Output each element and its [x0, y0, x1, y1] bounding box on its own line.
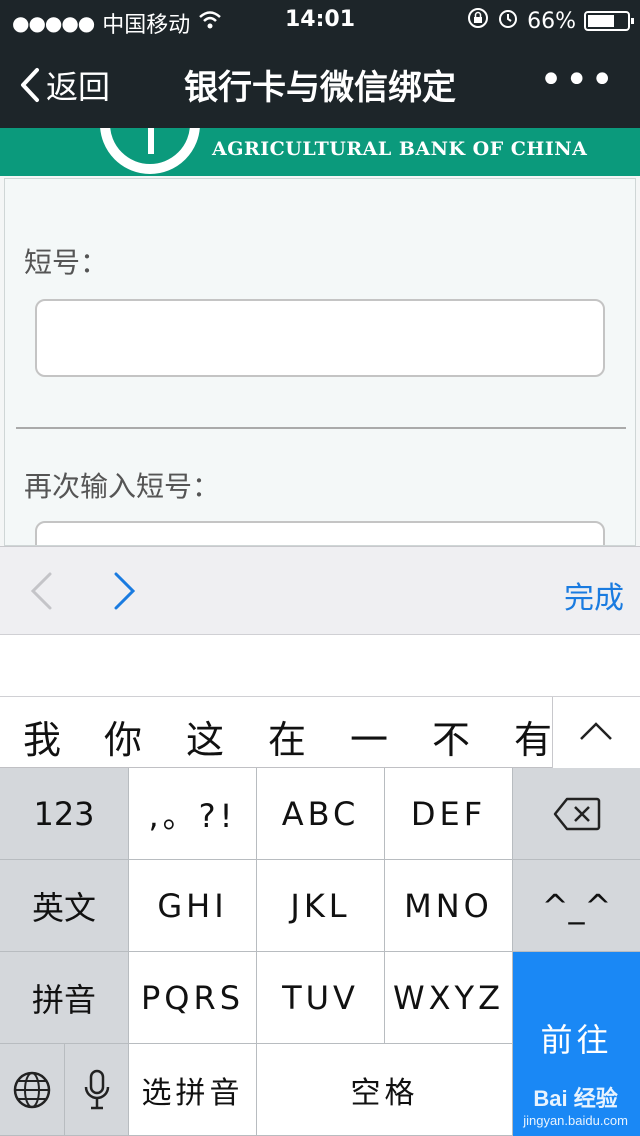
short-number-input[interactable] — [35, 299, 605, 377]
watermark-logo: Bai 经验 — [533, 1086, 618, 1111]
key-123[interactable]: 123 — [0, 768, 129, 860]
key-pqrs[interactable]: PQRS — [129, 952, 257, 1044]
bank-logo — [100, 128, 200, 174]
key-mno[interactable]: MNO — [385, 860, 513, 952]
key-emoticon[interactable]: ^_^ — [513, 860, 640, 952]
top-bar: ●●●●● 中国移动 14:01 66% 返回 银行卡与微信绑定 ••• — [0, 0, 640, 128]
battery-percent: 66% — [527, 8, 576, 34]
done-button[interactable]: 完成 — [564, 573, 624, 617]
globe-icon — [13, 1071, 51, 1108]
expand-candidates-button[interactable] — [552, 697, 640, 768]
more-menu-button[interactable]: ••• — [539, 58, 616, 102]
voice-key[interactable] — [65, 1044, 129, 1136]
key-punctuation[interactable]: ,。?! — [129, 768, 257, 860]
input-preview-area — [0, 634, 640, 696]
previous-field-button[interactable] — [28, 571, 54, 615]
form-divider — [16, 427, 626, 429]
candidate-item[interactable]: 这 — [175, 709, 235, 764]
key-abc[interactable]: ABC — [257, 768, 385, 860]
status-right: 66% — [467, 7, 634, 35]
backspace-icon — [553, 797, 600, 830]
globe-key[interactable] — [0, 1044, 65, 1136]
select-pinyin-key[interactable]: 选拼音 — [129, 1044, 257, 1136]
backspace-key[interactable] — [513, 768, 640, 860]
chevron-left-icon — [21, 68, 39, 102]
nav-bar: 返回 银行卡与微信绑定 ••• — [0, 40, 640, 128]
alarm-icon — [497, 7, 519, 35]
next-field-button[interactable] — [112, 571, 138, 615]
key-pinyin[interactable]: 拼音 — [0, 952, 129, 1044]
space-key[interactable]: 空格 — [257, 1044, 513, 1136]
key-jkl[interactable]: JKL — [257, 860, 385, 952]
binding-form: 短号： 再次输入短号： — [4, 178, 636, 546]
candidate-item[interactable]: 我 — [12, 709, 72, 764]
key-tuv[interactable]: TUV — [257, 952, 385, 1044]
battery-icon — [584, 11, 634, 31]
candidate-item[interactable]: 你 — [93, 709, 153, 764]
keyboard-accessory-bar: 完成 — [0, 546, 640, 634]
bank-name: AGRICULTURAL BANK OF CHINA — [212, 138, 588, 160]
candidate-bar: 我 你 这 在 一 不 有 — [0, 696, 640, 768]
short-number-label: 短号： — [24, 246, 109, 279]
watermark-url: jingyan.baidu.com — [523, 1113, 628, 1128]
status-bar: ●●●●● 中国移动 14:01 66% — [0, 0, 640, 40]
key-wxyz[interactable]: WXYZ — [385, 952, 513, 1044]
chevron-up-icon — [580, 722, 612, 740]
confirm-short-number-input[interactable] — [35, 521, 605, 545]
chevron-right-icon — [114, 572, 136, 610]
key-ghi[interactable]: GHI — [129, 860, 257, 952]
back-button[interactable]: 返回 — [20, 62, 110, 108]
microphone-icon — [84, 1069, 109, 1109]
watermark: Bai 经验 jingyan.baidu.com — [523, 1081, 628, 1128]
candidate-item[interactable]: 在 — [257, 709, 317, 764]
candidate-item[interactable]: 一 — [339, 709, 399, 764]
bank-banner: AGRICULTURAL BANK OF CHINA — [0, 128, 640, 176]
back-label: 返回 — [46, 68, 111, 106]
key-def[interactable]: DEF — [385, 768, 513, 860]
chevron-left-icon — [30, 572, 52, 610]
candidate-item[interactable]: 不 — [421, 709, 481, 764]
go-key-label: 前往 — [540, 1021, 613, 1059]
key-english[interactable]: 英文 — [0, 860, 129, 952]
confirm-short-number-label: 再次输入短号： — [24, 470, 221, 503]
rotation-lock-icon — [467, 7, 489, 35]
